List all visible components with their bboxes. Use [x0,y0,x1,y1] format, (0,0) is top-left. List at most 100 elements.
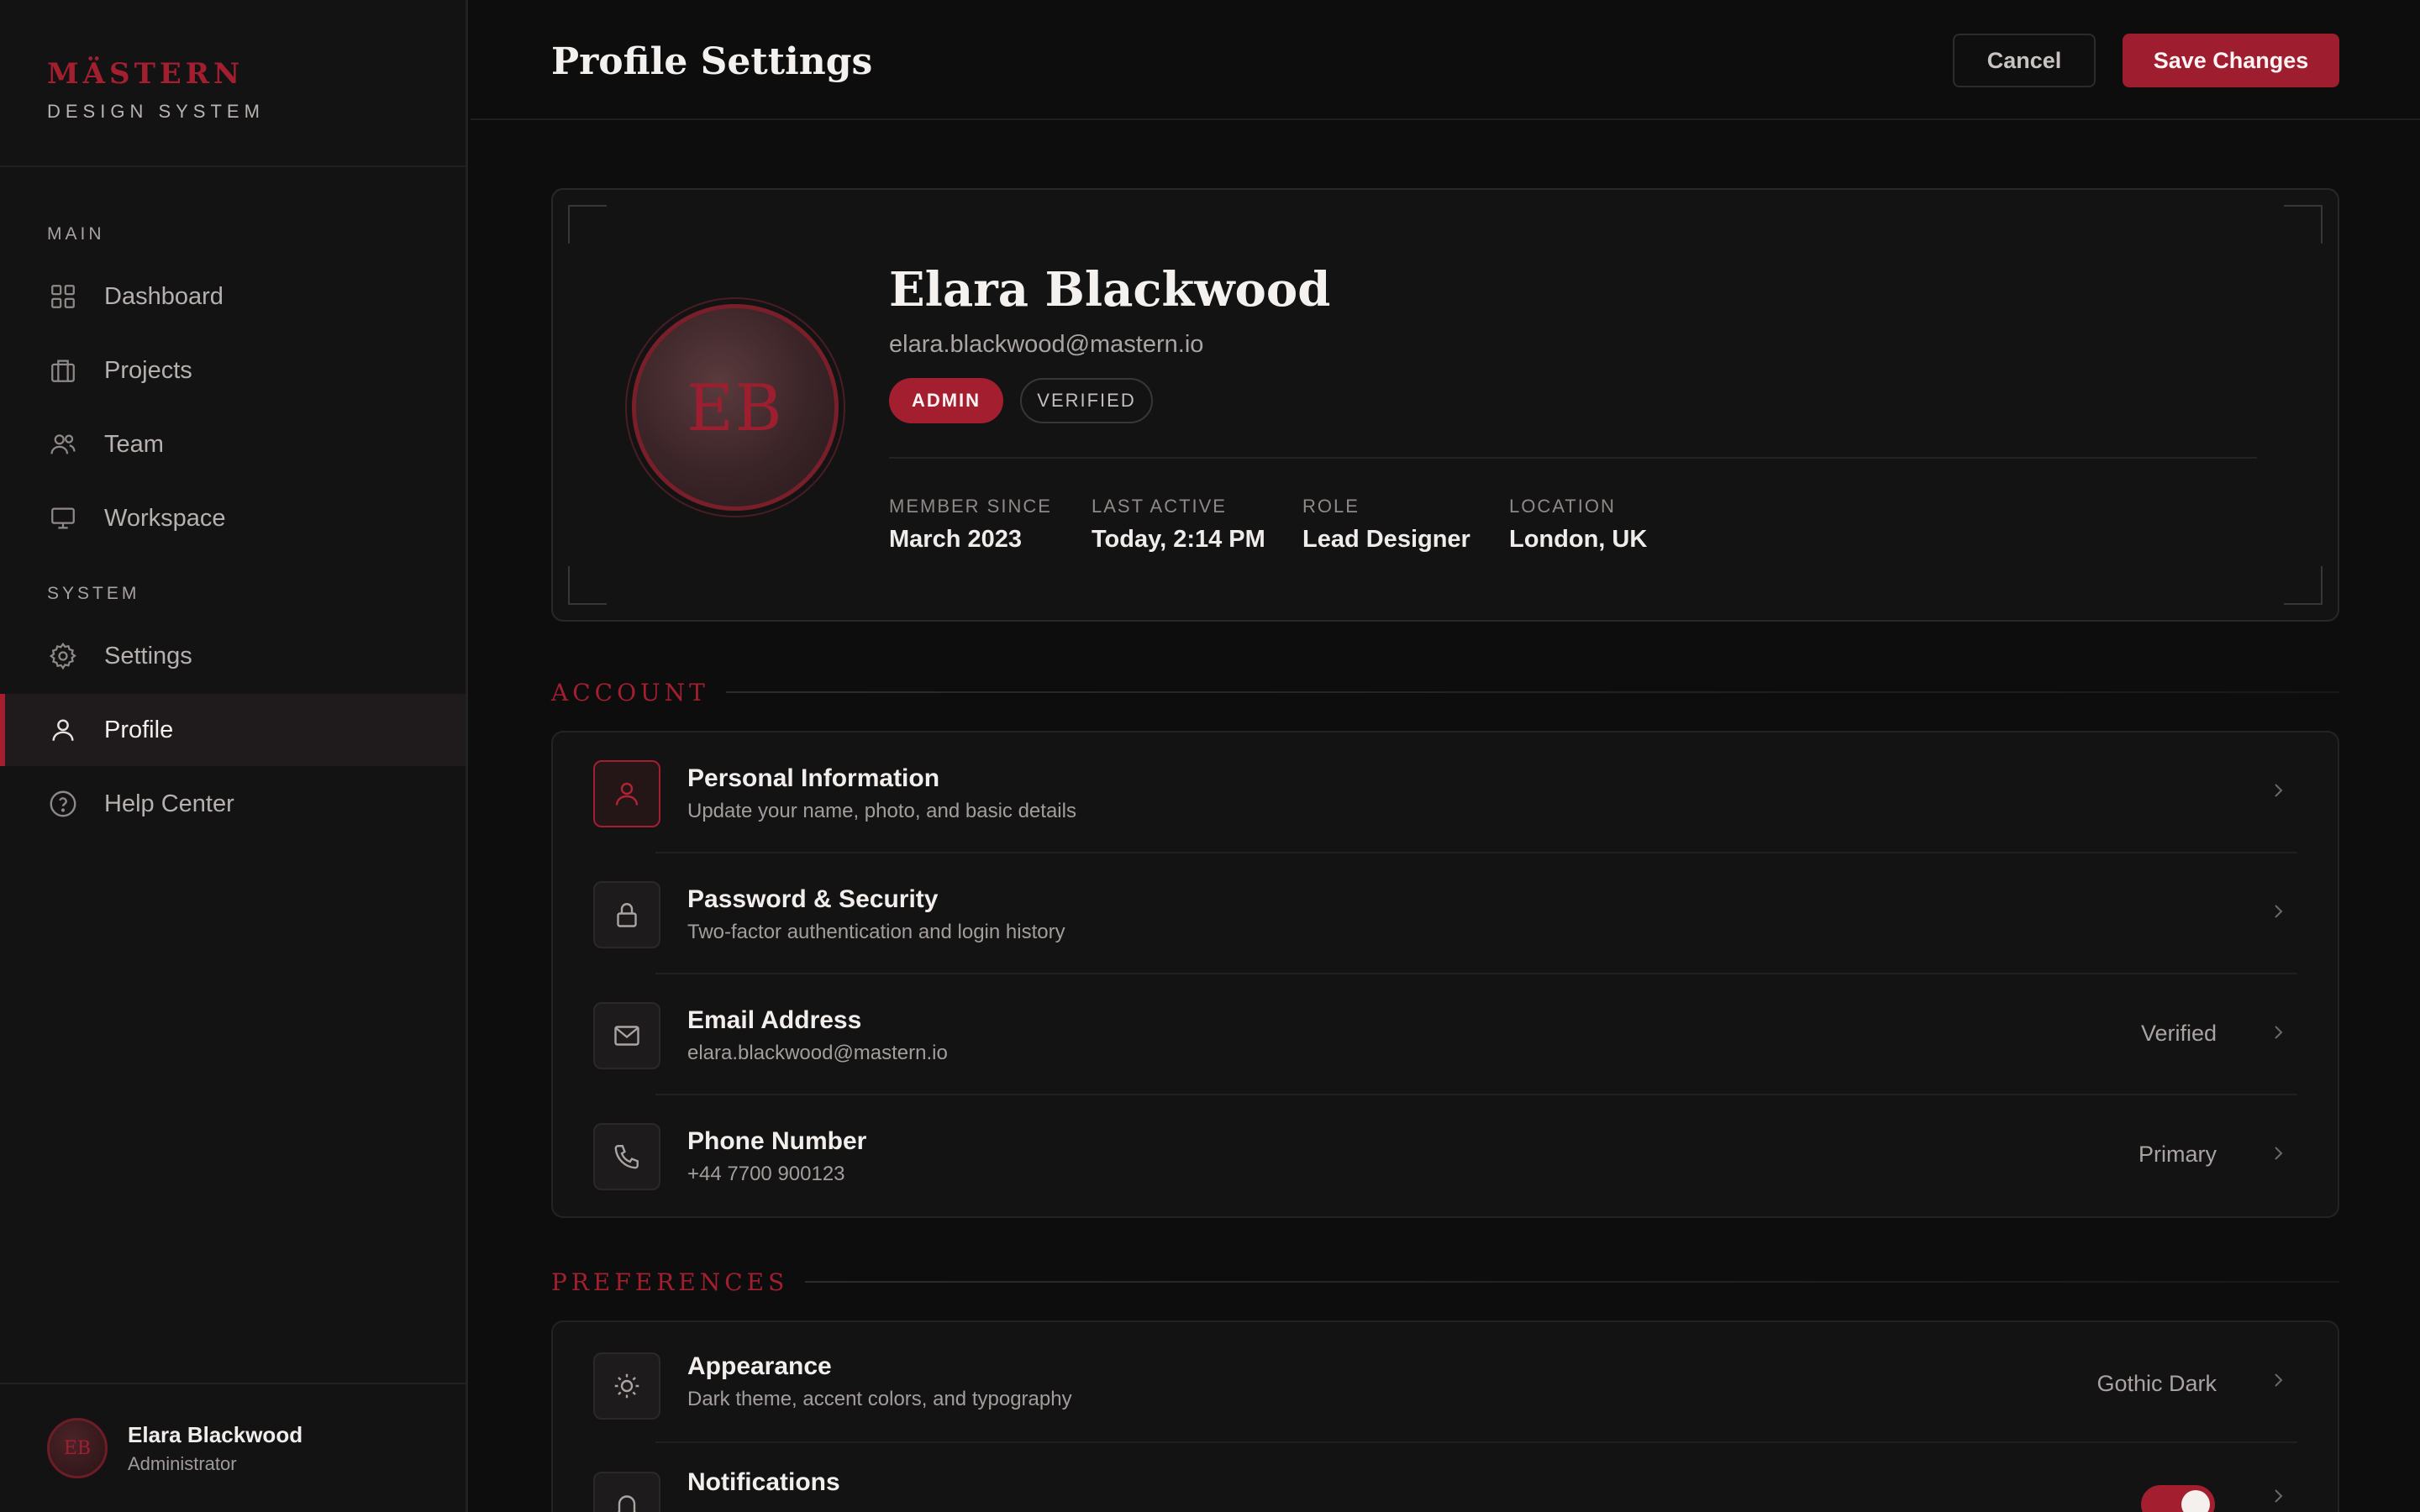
meta-label: LOCATION [1509,496,1616,517]
avatar: EB [47,1418,108,1478]
profile-avatar[interactable]: EB [625,297,845,517]
chevron-right-icon [2264,1139,2292,1168]
row-value: Primary [2139,1142,2217,1167]
help-circle-icon [47,788,79,820]
brand-subtitle: DESIGN SYSTEM [47,101,265,122]
sidebar-item-workspace[interactable]: Workspace [0,482,466,554]
row-title: Personal Information [687,764,940,792]
row-password-security[interactable]: Password & Security Two-factor authentic… [553,853,2338,974]
corner-ornament [568,205,607,244]
meta-label: MEMBER SINCE [889,496,1052,517]
meta-label: LAST ACTIVE [1092,496,1227,517]
row-subtitle: elara.blackwood@mastern.io [687,1042,948,1064]
meta-value: Today, 2:14 PM [1092,526,1265,553]
chevron-right-icon [2264,776,2292,805]
row-subtitle: Update your name, photo, and basic detai… [687,800,1076,822]
user-icon [593,760,660,827]
meta-location: LOCATION London, UK [1509,496,1647,554]
brand-name: MÄSTERN [47,57,245,91]
divider [889,457,2257,459]
sidebar-item-label: Profile [104,716,174,743]
meta-value: Lead Designer [1302,526,1470,553]
gear-icon [47,640,79,672]
meta-value: London, UK [1509,526,1648,553]
meta-role: ROLE Lead Designer [1302,496,1470,554]
verified-badge: VERIFIED [1020,378,1153,423]
sidebar-item-settings[interactable]: Settings [0,620,466,692]
sidebar-item-profile[interactable]: Profile [0,694,466,766]
row-personal-information[interactable]: Personal Information Update your name, p… [553,732,2338,853]
admin-badge: ADMIN [889,378,1003,423]
toggle-knob [2181,1490,2210,1512]
meta-last-active: LAST ACTIVE Today, 2:14 PM [1092,496,1265,554]
sidebar-item-label: Workspace [104,504,226,532]
sidebar-item-projects[interactable]: Projects [0,334,466,407]
row-title: Password & Security [687,885,939,913]
sidebar-item-label: Help Center [104,790,234,817]
bell-icon [593,1472,660,1512]
section-title: PREFERENCES [551,1268,789,1296]
chevron-right-icon [2264,897,2292,926]
divider [725,691,2339,693]
top-header: Profile Settings Cancel Save Changes [471,0,2420,120]
chevron-right-icon [2264,1018,2292,1047]
divider [805,1281,2339,1283]
page-title: Profile Settings [551,40,873,83]
row-title: Phone Number [687,1127,867,1155]
sidebar-item-label: Dashboard [104,282,224,310]
sidebar-item-label: Team [104,430,164,458]
sidebar-item-label: Settings [104,642,192,669]
chevron-right-icon [2264,1482,2292,1510]
divider [0,165,466,167]
phone-icon [593,1123,660,1190]
row-notifications[interactable]: Notifications [553,1443,2338,1512]
monitor-icon [47,502,79,534]
account-section-header: ACCOUNT [551,678,2339,706]
account-group: Personal Information Update your name, p… [551,731,2339,1218]
row-title: Notifications [687,1468,840,1496]
section-title: ACCOUNT [551,678,709,706]
user-icon [47,714,79,746]
row-appearance[interactable]: Appearance Dark theme, accent colors, an… [553,1322,2338,1443]
sidebar-user-card[interactable]: EB Elara Blackwood Administrator [0,1383,466,1512]
sidebar-item-label: Projects [104,356,192,384]
row-value: Gothic Dark [2096,1371,2217,1396]
user-role: Administrator [128,1452,237,1474]
profile-card: EB Elara Blackwood elara.blackwood@maste… [551,188,2339,622]
row-phone-number[interactable]: Phone Number +44 7700 900123 Primary [553,1095,2338,1216]
row-title: Email Address [687,1006,862,1034]
preferences-group: Appearance Dark theme, accent colors, an… [551,1320,2339,1512]
users-icon [47,428,79,460]
meta-member-since: MEMBER SINCE March 2023 [889,496,1052,554]
row-value: Verified [2140,1021,2217,1046]
briefcase-icon [47,354,79,386]
nav-section-main: MAIN [47,224,105,244]
grid-icon [47,281,79,312]
corner-ornament [568,566,607,605]
row-subtitle: Two-factor authentication and login hist… [687,921,1065,943]
sidebar-item-dashboard[interactable]: Dashboard [0,260,466,333]
notifications-toggle[interactable] [2141,1485,2215,1512]
avatar-initials: EB [632,304,839,511]
row-email-address[interactable]: Email Address elara.blackwood@mastern.io… [553,974,2338,1095]
meta-value: March 2023 [889,526,1022,553]
row-title: Appearance [687,1352,832,1380]
user-name: Elara Blackwood [128,1421,303,1447]
sun-icon [593,1352,660,1420]
sidebar: MÄSTERN DESIGN SYSTEM MAIN Dashboard Pro… [0,0,468,1512]
meta-label: ROLE [1302,496,1360,517]
save-button[interactable]: Save Changes [2123,34,2339,87]
preferences-section-header: PREFERENCES [551,1268,2339,1296]
profile-email: elara.blackwood@mastern.io [889,331,1204,358]
brand-logo[interactable]: MÄSTERN DESIGN SYSTEM [47,57,265,123]
cancel-button[interactable]: Cancel [1953,34,2096,87]
lock-icon [593,881,660,948]
corner-ornament [2284,205,2323,244]
nav-section-system: SYSTEM [47,584,140,603]
row-subtitle: Dark theme, accent colors, and typograph… [687,1388,1072,1410]
row-subtitle: +44 7700 900123 [687,1163,845,1185]
sidebar-item-help-center[interactable]: Help Center [0,768,466,840]
corner-ornament [2284,566,2323,605]
sidebar-item-team[interactable]: Team [0,408,466,480]
profile-name: Elara Blackwood [889,262,1331,318]
